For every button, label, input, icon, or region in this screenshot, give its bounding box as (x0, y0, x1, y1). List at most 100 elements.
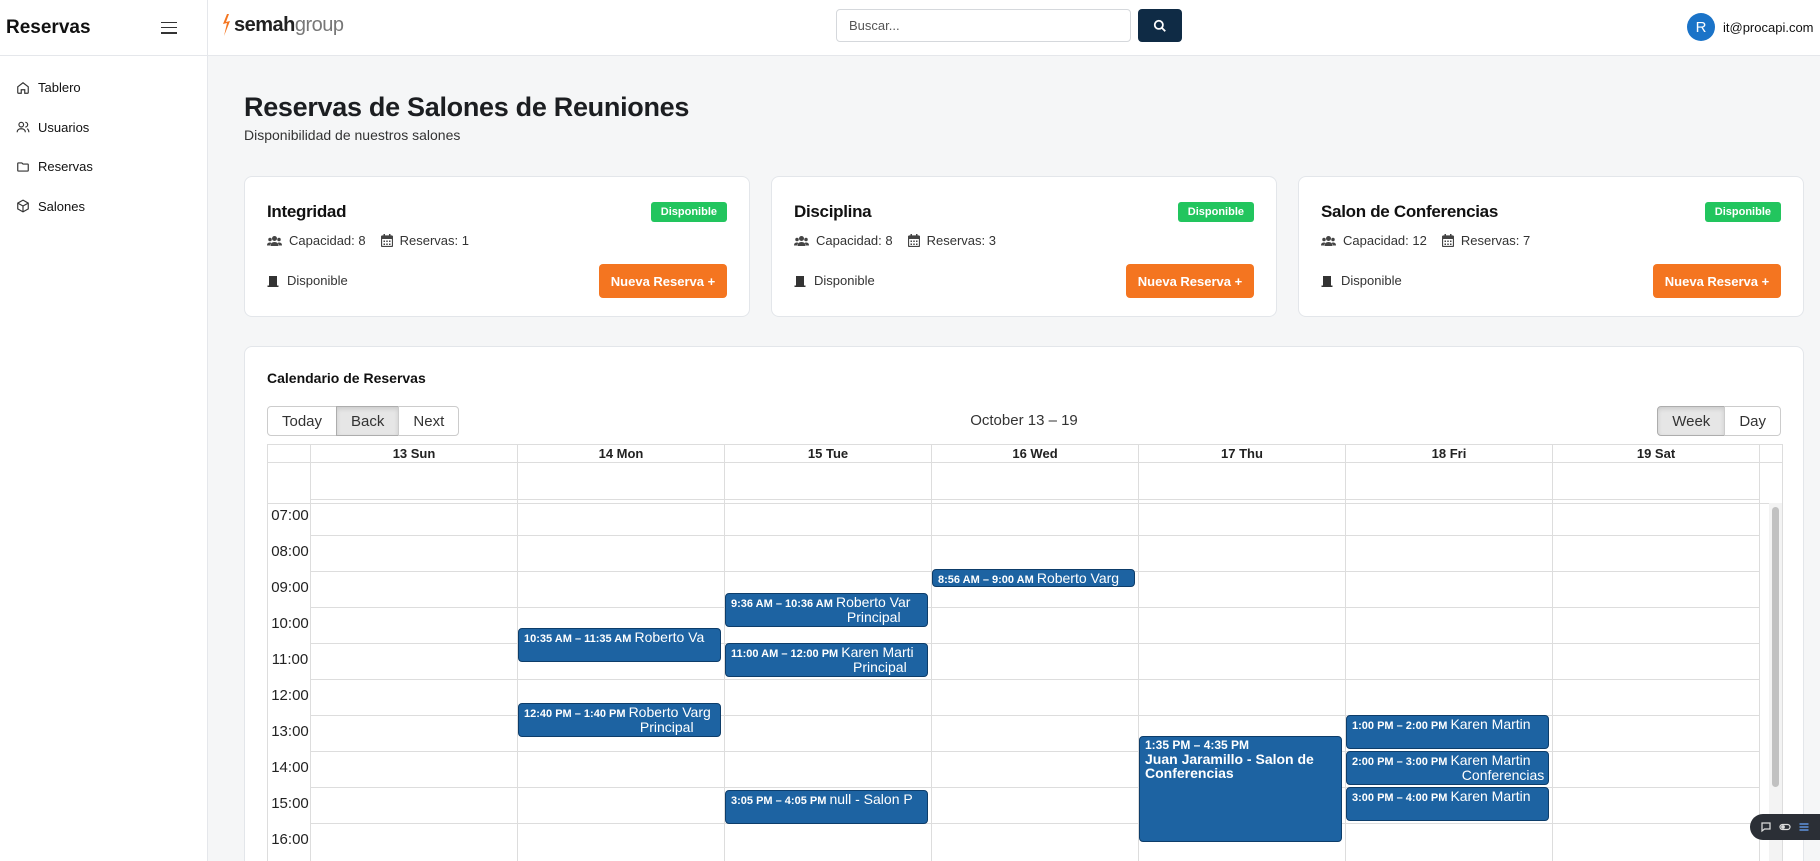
time-label: 08:00 (271, 543, 309, 561)
user-menu[interactable]: R it@procapi.com (1687, 13, 1814, 41)
cube-icon (17, 199, 29, 213)
day-header[interactable]: 17 Thu (1138, 445, 1345, 462)
calendar-icon (380, 234, 393, 247)
sidebar-item-label: Usuarios (38, 119, 90, 135)
toggle-icon (1779, 823, 1791, 831)
users-icon (1321, 235, 1336, 246)
event-time: 2:00 PM – 3:00 PM (1352, 756, 1451, 769)
room-name: Salon de Conferencias (1321, 202, 1498, 221)
search-icon (1153, 19, 1166, 32)
day-header[interactable]: 19 Sat (1552, 445, 1759, 462)
day-header[interactable]: 14 Mon (517, 445, 724, 462)
event-time: 3:00 PM – 4:00 PM (1352, 792, 1451, 805)
calendar-view-group: Week Day (1657, 406, 1781, 436)
calendar-event[interactable]: 1:00 PM – 2:00 PM Karen Martin (1346, 715, 1549, 750)
calendar-event[interactable]: 8:56 AM – 9:00 AM Roberto Varg (932, 568, 1135, 588)
hour-row-line (310, 535, 1759, 537)
allday-divider (268, 503, 1782, 504)
hour-row-line (310, 607, 1759, 609)
new-reservation-button[interactable]: Nueva Reserva + (1126, 264, 1254, 298)
door-icon (794, 275, 806, 287)
calendar-icon (1441, 234, 1454, 247)
day-header[interactable]: 16 Wed (931, 445, 1138, 462)
event-title: Karen Marti (841, 644, 914, 661)
door-icon (267, 275, 279, 287)
time-label: 07:00 (271, 507, 309, 525)
event-time: 10:35 AM – 11:35 AM (524, 633, 635, 646)
calendar-scrollbar-thumb[interactable] (1772, 507, 1779, 787)
room-capacity: Capacidad: 8 (816, 233, 893, 248)
room-status: Disponible (267, 273, 348, 288)
room-reservations: Reservas: 3 (926, 233, 996, 248)
room-card-salon-de-conferencias: Salon de Conferencias Disponible Capacid… (1298, 176, 1804, 317)
day-column-divider (1759, 445, 1760, 861)
event-title: Roberto Va (634, 629, 705, 646)
event-subtitle: Principal (846, 609, 901, 625)
room-name: Integridad (267, 202, 347, 221)
room-status: Disponible (794, 273, 875, 288)
sidebar-item-usuarios[interactable]: Usuarios (0, 108, 207, 148)
room-status-text: Disponible (1341, 273, 1402, 288)
calendar-event[interactable]: 10:35 AM – 11:35 AM Roberto Va (518, 628, 721, 663)
room-status: Disponible (1321, 273, 1402, 288)
event-subtitle: Principal (639, 719, 694, 736)
search-input[interactable] (836, 9, 1131, 42)
event-title: Roberto Varg (628, 704, 711, 721)
time-label: 16:00 (271, 831, 309, 849)
door-icon (1321, 275, 1333, 287)
event-subtitle: Principal (853, 659, 907, 676)
sidebar-header: Reservas (0, 0, 207, 56)
calendar-grid: 16:00 15:00 14:00 13:00 12:00 11:00 10:00 09:00… (267, 444, 1783, 861)
event-time: 1:00 PM – 2:00 PM (1352, 720, 1451, 733)
room-capacity: Capacidad: 12 (1343, 233, 1427, 248)
calendar-card: Calendario de Reservas Today Back Next O… (244, 346, 1804, 861)
time-label: 14:00 (271, 759, 309, 777)
event-time: 8:56 AM – 9:00 AM (938, 573, 1037, 586)
search-button[interactable] (1138, 9, 1182, 42)
calendar-event[interactable]: 2:00 PM – 3:00 PM Karen Martin Conferenci… (1346, 751, 1549, 786)
calendar-event[interactable]: 12:40 PM – 1:40 PM Roberto Varg Principal (518, 703, 721, 738)
chat-bubble-icon (1761, 822, 1771, 833)
hamburger-menu-icon[interactable] (161, 21, 177, 34)
day-column-divider (310, 445, 311, 861)
room-capacity: Capacidad: 8 (289, 233, 366, 248)
chat-widget[interactable] (1750, 814, 1820, 840)
calendar-event[interactable]: 3:00 PM – 4:00 PM Karen Martin (1346, 787, 1549, 822)
day-header[interactable]: 13 Sun (310, 445, 517, 462)
week-view-button[interactable]: Week (1657, 406, 1726, 436)
room-card-integridad: Integridad Disponible Capacidad: 8 Reser… (244, 176, 750, 317)
hour-row-line (310, 679, 1759, 681)
day-header[interactable]: 18 Fri (1345, 445, 1552, 462)
calendar-range: October 13 – 19 (970, 412, 1078, 429)
day-view-button[interactable]: Day (1724, 406, 1781, 436)
sidebar-item-label: Tablero (38, 80, 81, 96)
avatar[interactable]: R (1687, 13, 1715, 41)
event-time: 9:36 AM – 10:36 AM (731, 598, 836, 610)
calendar-event[interactable]: 1:35 PM – 4:35 PM Juan Jaramillo - Salon… (1139, 736, 1342, 843)
room-card-disciplina: Disciplina Disponible Capacidad: 8 Reser… (771, 176, 1277, 317)
users-icon (794, 235, 809, 246)
calendar-event[interactable]: 9:36 AM – 10:36 AM Roberto Var Principal (725, 593, 928, 627)
settings-sliders-icon (1799, 823, 1809, 831)
sidebar-item-salones[interactable]: Salones (0, 187, 207, 227)
company-logo[interactable]: semahgroup (221, 12, 344, 38)
event-title: Roberto Varg (1036, 569, 1120, 586)
header-divider (268, 462, 1782, 463)
sidebar-item-tablero[interactable]: Tablero (0, 68, 207, 108)
day-header[interactable]: 15 Tue (724, 445, 931, 462)
event-title: Roberto Var (835, 594, 911, 610)
day-column-divider (931, 445, 932, 861)
calendar-event[interactable]: 11:00 AM – 12:00 PM Karen Marti Principal (725, 643, 928, 678)
new-reservation-button[interactable]: Nueva Reserva + (1653, 264, 1781, 298)
event-title: Karen Martin (1450, 716, 1531, 733)
room-status-text: Disponible (814, 273, 875, 288)
room-meta: Capacidad: 12 Reservas: 7 (1321, 233, 1530, 248)
sidebar-nav: Tablero Usuarios Reservas Salones (0, 56, 207, 226)
sidebar-item-reservas[interactable]: Reservas (0, 147, 207, 187)
room-reservations: Reservas: 7 (1460, 233, 1531, 248)
calendar-icon (907, 234, 920, 247)
sidebar-item-label: Salones (38, 198, 85, 214)
hour-row-line (310, 823, 1759, 825)
new-reservation-button[interactable]: Nueva Reserva + (599, 264, 727, 298)
calendar-event[interactable]: 3:05 PM – 4:05 PM null - Salon P (725, 790, 928, 825)
